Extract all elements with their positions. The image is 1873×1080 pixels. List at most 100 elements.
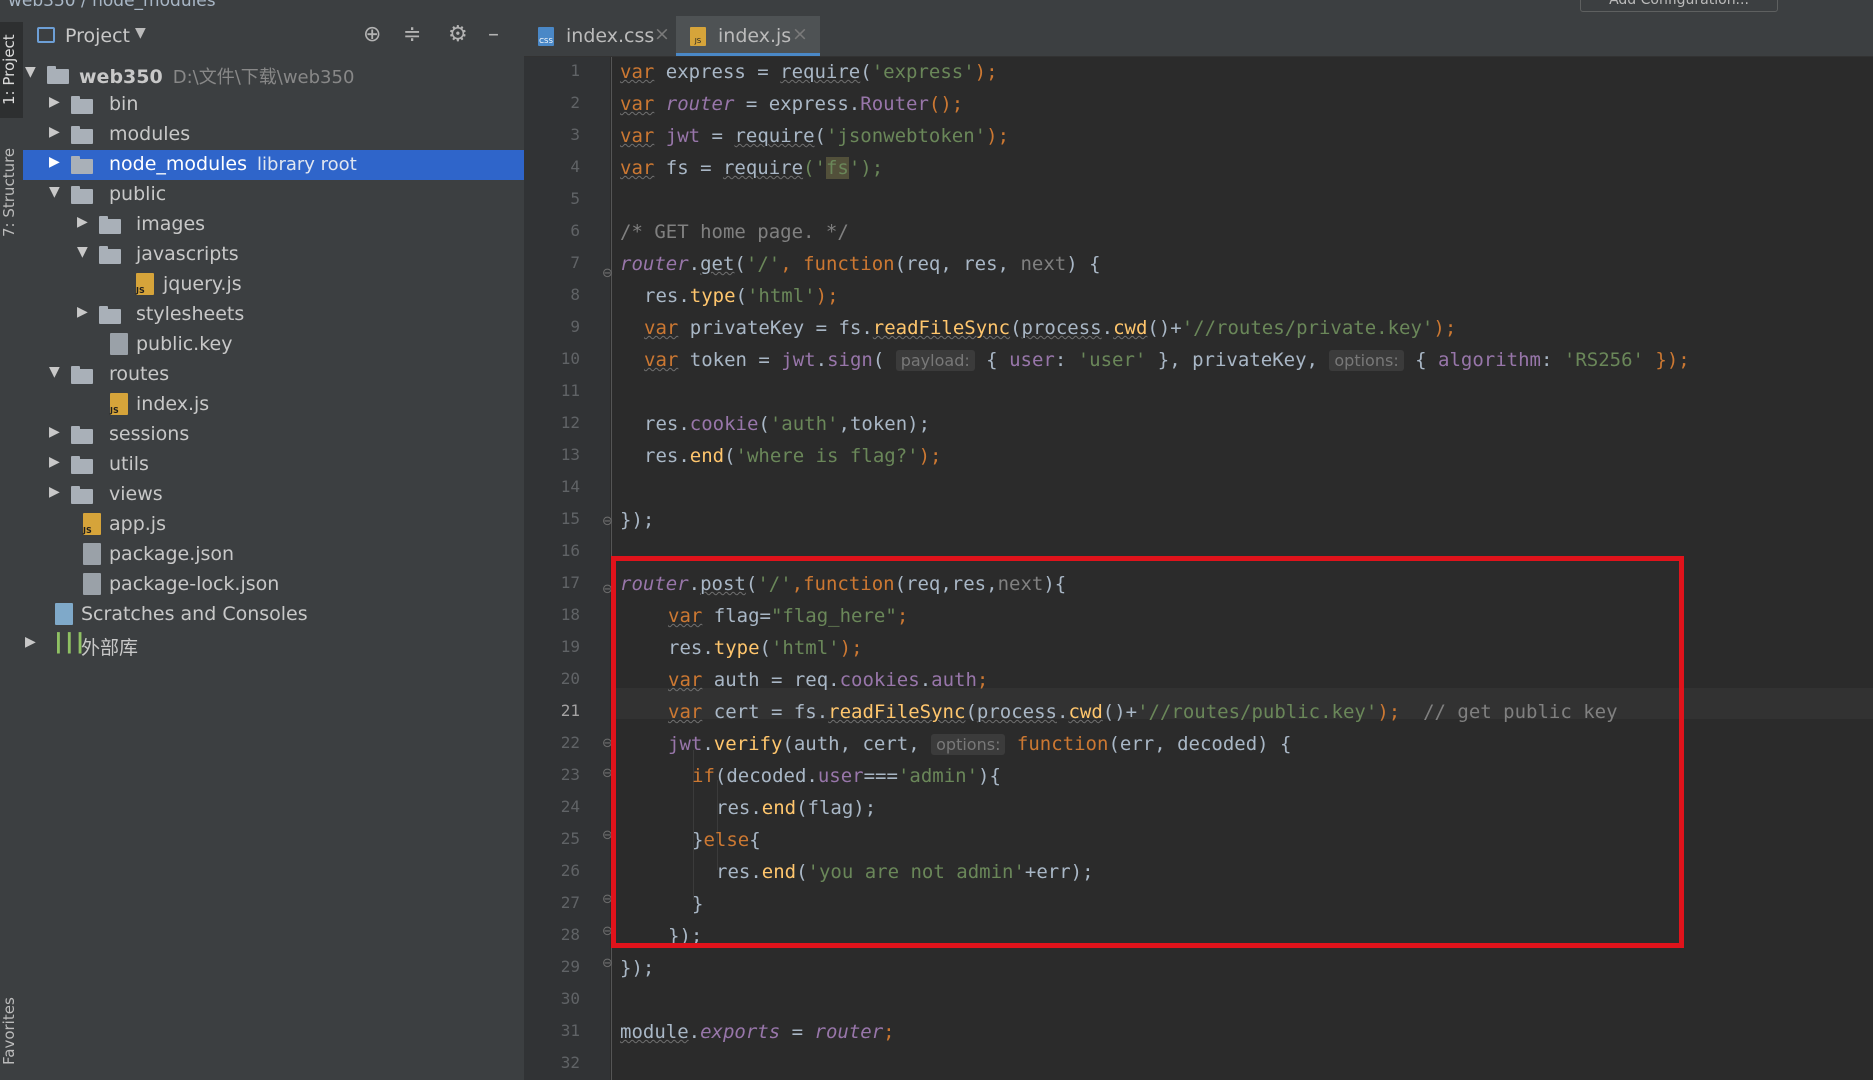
tree-item-package-json[interactable]: package.json	[23, 540, 524, 570]
tree-item-views[interactable]: ▶ views	[23, 480, 524, 510]
tab-label: index.css	[566, 25, 655, 47]
chevron-right-icon[interactable]: ▶	[49, 124, 60, 140]
chevron-right-icon[interactable]: ▶	[49, 454, 60, 470]
code-line-8: res.type('html');	[644, 285, 839, 307]
tree-item-bin[interactable]: ▶ bin	[23, 90, 524, 120]
tree-item-index-js[interactable]: JS index.js	[23, 390, 524, 420]
json-file-icon	[83, 573, 101, 595]
code-line-31: module.exports = router;	[620, 1021, 895, 1043]
chevron-right-icon[interactable]: ▶	[49, 154, 60, 170]
structure-tool-tab[interactable]: 7: Structure	[0, 132, 23, 252]
line-number: 24	[560, 797, 580, 816]
js-file-icon: JS	[110, 393, 128, 415]
chevron-right-icon[interactable]: ▶	[77, 214, 88, 230]
tree-item-stylesheets[interactable]: ▶ stylesheets	[23, 300, 524, 330]
line-number: 8	[570, 285, 580, 304]
tab-index-js[interactable]: JS index.js ×	[676, 16, 820, 56]
favorites-tool-tab[interactable]: Favorites	[0, 986, 23, 1076]
collapse-all-icon[interactable]: ≑	[403, 24, 421, 46]
line-number: 11	[560, 381, 580, 400]
folder-icon	[71, 126, 93, 144]
fold-icon[interactable]: ⊖	[602, 514, 613, 529]
chevron-down-icon[interactable]: ▼	[77, 244, 88, 260]
tree-item-public-key[interactable]: public.key	[23, 330, 524, 360]
breadcrumb[interactable]: web350 / node_modules	[8, 0, 216, 11]
code-line-15: });	[620, 509, 655, 531]
chevron-right-icon[interactable]: ▶	[49, 484, 60, 500]
line-number: 30	[560, 989, 580, 1008]
locate-icon[interactable]: ⊕	[363, 24, 381, 46]
tree-item-label: node_modules	[109, 153, 248, 175]
code-line-1: var express = require('express');	[620, 61, 998, 83]
text-file-icon	[110, 333, 128, 355]
tree-item-sessions[interactable]: ▶ sessions	[23, 420, 524, 450]
tree-item-label: javascripts	[136, 243, 239, 265]
chevron-right-icon[interactable]: ▶	[25, 634, 36, 650]
tree-item-modules[interactable]: ▶ modules	[23, 120, 524, 150]
line-number: 13	[560, 445, 580, 464]
line-number: 7	[570, 253, 580, 272]
chevron-right-icon[interactable]: ▶	[49, 94, 60, 110]
folder-icon	[71, 426, 93, 444]
add-configuration-button[interactable]: Add Configuration...	[1580, 0, 1778, 12]
tree-item-routes[interactable]: ▼ routes	[23, 360, 524, 390]
tree-item-utils[interactable]: ▶ utils	[23, 450, 524, 480]
editor-tab-bar: CSS index.css × JS index.js ×	[524, 16, 1873, 57]
line-number: 25	[560, 829, 580, 848]
line-number: 3	[570, 125, 580, 144]
highlight-box	[611, 556, 1684, 948]
chevron-down-icon[interactable]: ▼	[49, 364, 60, 380]
line-number: 20	[560, 669, 580, 688]
line-number: 1	[570, 61, 580, 80]
code-line-12: res.cookie('auth',token);	[644, 413, 931, 435]
tree-item-label: modules	[109, 123, 191, 145]
folder-icon	[71, 186, 93, 204]
tree-item-scratches[interactable]: Scratches and Consoles	[23, 600, 524, 630]
folder-icon	[99, 246, 121, 264]
tree-item-images[interactable]: ▶ images	[23, 210, 524, 240]
close-icon[interactable]: ×	[654, 23, 670, 45]
tree-item-label: public	[109, 183, 167, 205]
tree-item-javascripts[interactable]: ▼ javascripts	[23, 240, 524, 270]
chevron-down-icon[interactable]: ▼	[135, 25, 146, 41]
tab-index-css[interactable]: CSS index.css ×	[524, 16, 676, 56]
chevron-down-icon[interactable]: ▼	[49, 184, 60, 200]
code-line-2: var router = express.Router();	[620, 93, 964, 115]
line-number: 21	[560, 701, 580, 720]
tree-item-package-lock-json[interactable]: package-lock.json	[23, 570, 524, 600]
gear-icon[interactable]: ⚙	[448, 24, 468, 46]
line-number: 14	[560, 477, 580, 496]
line-number: 5	[570, 189, 580, 208]
tree-item-label: stylesheets	[136, 303, 245, 325]
fold-icon[interactable]: ⊖	[602, 956, 613, 971]
code-line-29: });	[620, 957, 655, 979]
close-icon[interactable]: ×	[792, 23, 808, 45]
tree-item-external-libraries[interactable]: ▶ ┃┃┃ 外部库	[23, 630, 524, 660]
hide-icon[interactable]: –	[488, 24, 499, 46]
fold-icon[interactable]: ⊖	[602, 266, 613, 281]
tool-window-bar: 1: Project 7: Structure Favorites	[0, 16, 24, 1080]
tree-item-app-js[interactable]: JS app.js	[23, 510, 524, 540]
code-line-9: var privateKey = fs.readFileSync(process…	[644, 317, 1457, 339]
tree-item-node-modules[interactable]: ▶ node_modules library root	[23, 150, 524, 180]
tree-item-jquery-js[interactable]: JS jquery.js	[23, 270, 524, 300]
line-number: 16	[560, 541, 580, 560]
project-tool-tab[interactable]: 1: Project	[0, 22, 23, 118]
line-number: 29	[560, 957, 580, 976]
tree-item-web350[interactable]: ▼ web350 D:\文件\下载\web350	[23, 60, 524, 90]
chevron-right-icon[interactable]: ▶	[77, 304, 88, 320]
chevron-right-icon[interactable]: ▶	[49, 424, 60, 440]
line-number: 18	[560, 605, 580, 624]
line-number: 15	[560, 509, 580, 528]
line-number: 2	[570, 93, 580, 112]
parameter-hint: options:	[1329, 350, 1404, 371]
folder-icon	[99, 216, 121, 234]
tree-item-public[interactable]: ▼ public	[23, 180, 524, 210]
tree-item-path: D:\文件\下载\web350	[172, 67, 355, 88]
folder-icon	[71, 96, 93, 114]
project-view-title[interactable]: Project	[65, 25, 130, 47]
json-file-icon	[83, 543, 101, 565]
chevron-down-icon[interactable]: ▼	[25, 64, 36, 80]
folder-icon	[99, 306, 121, 324]
parameter-hint: payload:	[895, 350, 975, 371]
